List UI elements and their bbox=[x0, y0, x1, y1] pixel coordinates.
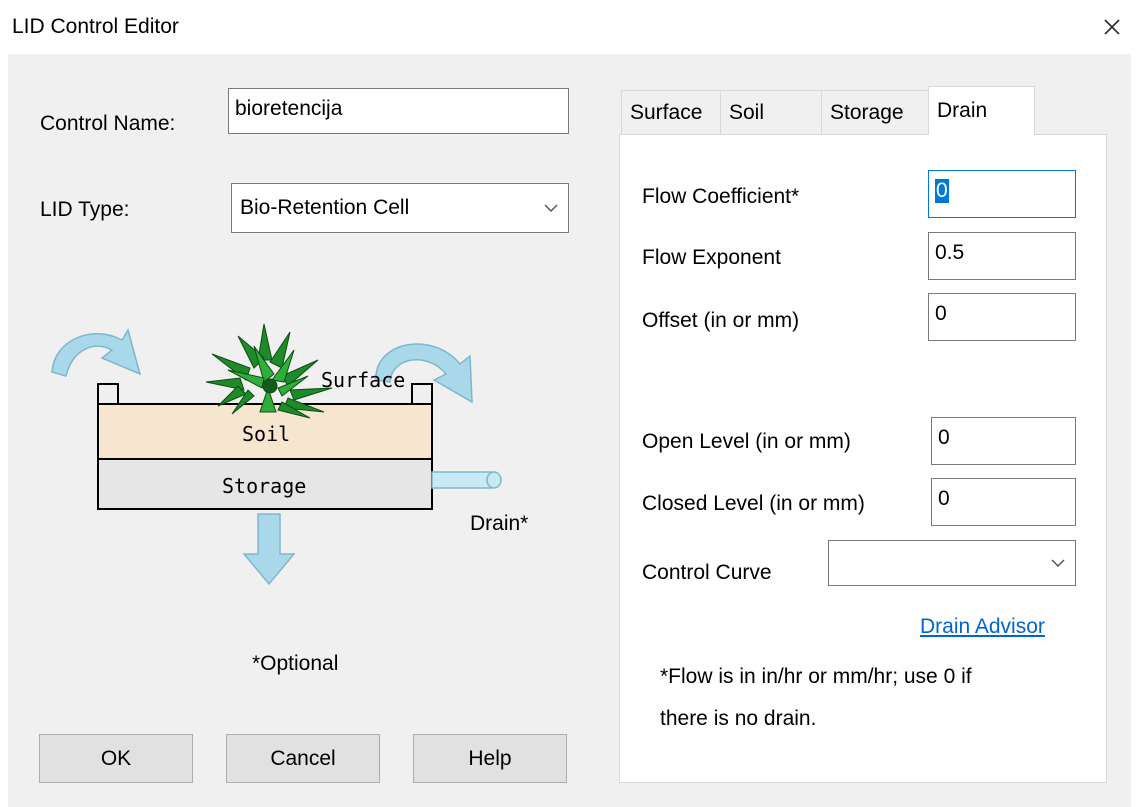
open-level-input[interactable]: 0 bbox=[931, 417, 1076, 465]
offset-input[interactable]: 0 bbox=[928, 293, 1076, 341]
closed-level-value: 0 bbox=[938, 487, 950, 510]
drain-tab-panel: Flow Coefficient* 0 Flow Exponent 0.5 Of… bbox=[619, 134, 1107, 783]
close-icon[interactable] bbox=[1097, 12, 1127, 42]
right-post bbox=[411, 383, 433, 405]
tab-drain[interactable]: Drain bbox=[928, 86, 1035, 135]
tab-surface[interactable]: Surface bbox=[621, 90, 721, 134]
tab-surface-label: Surface bbox=[630, 100, 703, 124]
closed-level-label: Closed Level (in or mm) bbox=[642, 492, 865, 515]
control-curve-select[interactable] bbox=[828, 540, 1076, 586]
infiltration-arrow-icon bbox=[242, 513, 296, 586]
flow-note-line2: there is no drain. bbox=[660, 707, 817, 730]
lid-type-select[interactable]: Bio-Retention Cell bbox=[231, 183, 569, 233]
flow-exponent-value: 0.5 bbox=[935, 241, 965, 264]
tab-storage-label: Storage bbox=[830, 100, 904, 124]
flow-exponent-input[interactable]: 0.5 bbox=[928, 232, 1076, 280]
open-level-label: Open Level (in or mm) bbox=[642, 430, 851, 453]
chevron-down-icon bbox=[1051, 559, 1065, 568]
control-name-input[interactable]: bioretencija bbox=[228, 88, 569, 134]
drain-diagram-label: Drain* bbox=[470, 512, 529, 535]
bioretention-diagram: Surface Soil Storage Drain* *Optional bbox=[32, 310, 592, 675]
title-bar: LID Control Editor bbox=[0, 0, 1139, 54]
surface-diagram-label: Surface bbox=[321, 368, 406, 392]
lid-type-label: LID Type: bbox=[40, 198, 130, 221]
closed-level-input[interactable]: 0 bbox=[931, 478, 1076, 526]
ok-button[interactable]: OK bbox=[39, 734, 193, 783]
tab-drain-label: Drain bbox=[937, 99, 988, 122]
tab-soil-label: Soil bbox=[729, 100, 765, 124]
left-post bbox=[97, 383, 119, 405]
flow-note-line1: *Flow is in in/hr or mm/hr; use 0 if bbox=[660, 665, 972, 688]
control-name-label: Control Name: bbox=[40, 112, 176, 135]
inflow-arrow-icon bbox=[51, 328, 142, 377]
storage-diagram-label: Storage bbox=[222, 474, 307, 498]
drain-advisor-link[interactable]: Drain Advisor bbox=[920, 615, 1045, 639]
lid-type-value: Bio-Retention Cell bbox=[240, 196, 410, 219]
control-name-value: bioretencija bbox=[235, 97, 343, 120]
flow-exponent-label: Flow Exponent bbox=[642, 246, 781, 269]
drain-pipe-icon bbox=[431, 471, 502, 489]
tab-soil[interactable]: Soil bbox=[720, 90, 822, 134]
window-title: LID Control Editor bbox=[12, 15, 179, 38]
cancel-button[interactable]: Cancel bbox=[226, 734, 380, 783]
chevron-down-icon bbox=[544, 204, 558, 213]
soil-diagram-label: Soil bbox=[242, 422, 291, 446]
tab-storage[interactable]: Storage bbox=[821, 90, 929, 134]
flow-coefficient-input[interactable]: 0 bbox=[928, 170, 1076, 218]
optional-note: *Optional bbox=[252, 652, 339, 675]
help-button[interactable]: Help bbox=[413, 734, 567, 783]
open-level-value: 0 bbox=[938, 426, 950, 449]
dialog-body: Control Name: bioretencija LID Type: Bio… bbox=[8, 54, 1131, 807]
offset-label: Offset (in or mm) bbox=[642, 309, 800, 332]
flow-coefficient-label: Flow Coefficient* bbox=[642, 185, 800, 208]
control-curve-label: Control Curve bbox=[642, 561, 772, 584]
flow-coefficient-value: 0 bbox=[935, 179, 949, 203]
offset-value: 0 bbox=[935, 302, 947, 325]
